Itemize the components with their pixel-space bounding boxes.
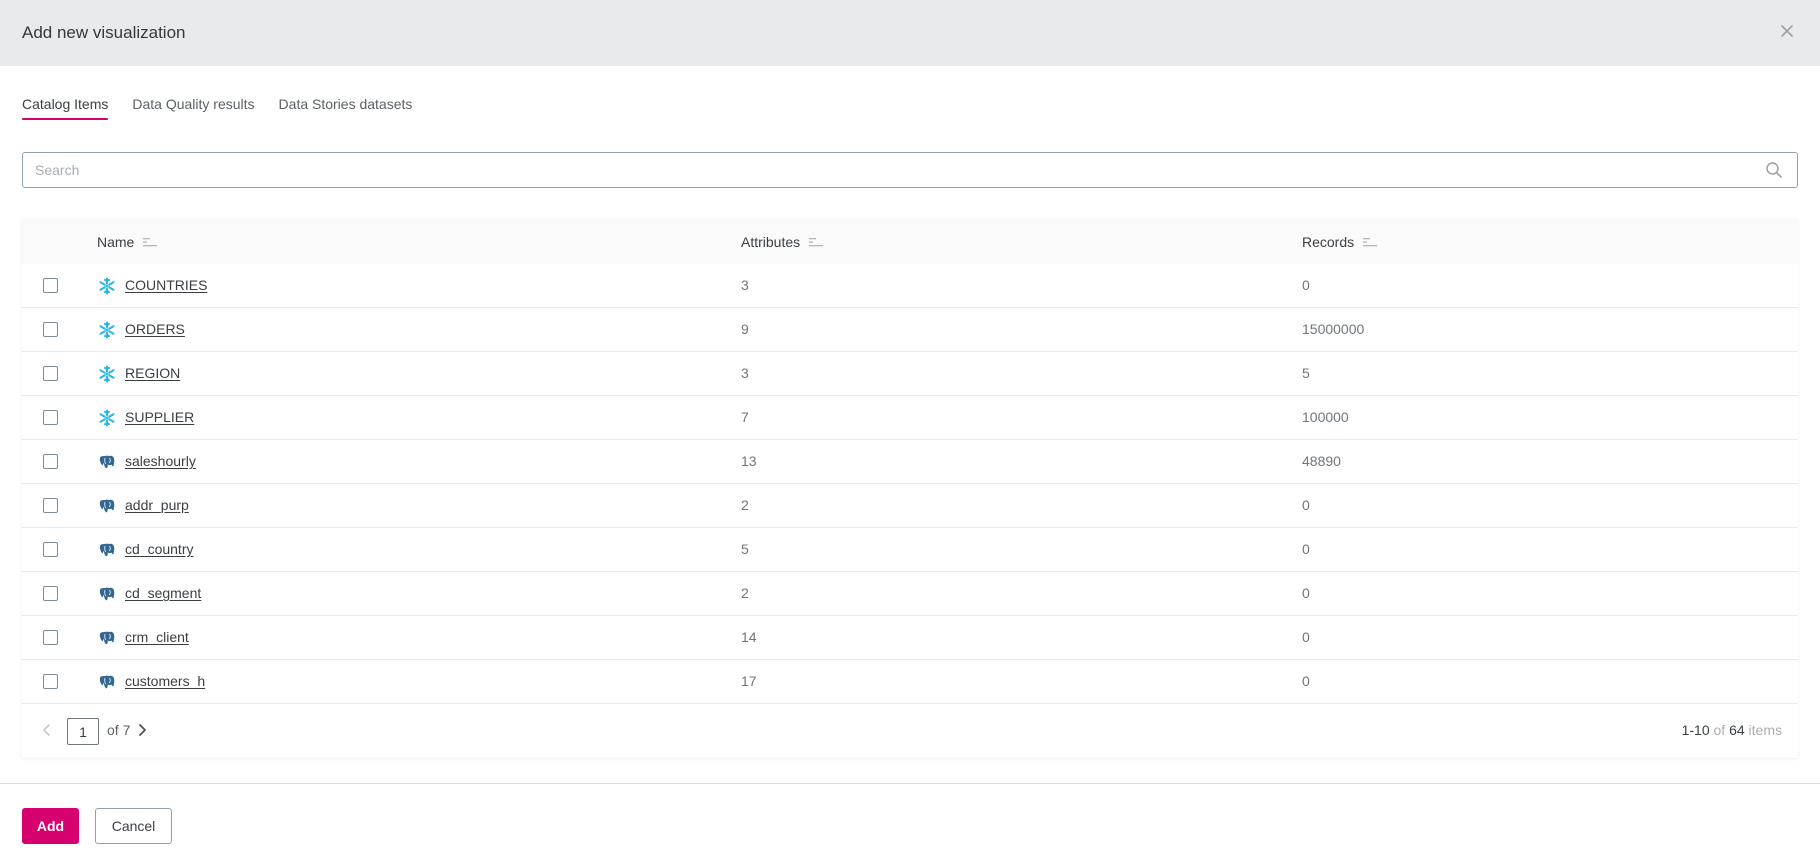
table-header: Name Attributes Records xyxy=(22,219,1798,264)
snowflake-icon xyxy=(99,409,115,427)
table-row[interactable]: crm_client 14 0 xyxy=(22,616,1798,660)
records-cell: 0 xyxy=(1302,629,1310,645)
records-cell: 0 xyxy=(1302,541,1310,557)
cancel-button[interactable]: Cancel xyxy=(95,808,172,844)
item-name-link[interactable]: REGION xyxy=(125,365,180,381)
column-header-name[interactable]: Name xyxy=(97,233,158,250)
sort-icon[interactable] xyxy=(143,237,158,247)
row-checkbox[interactable] xyxy=(43,366,58,381)
attributes-cell: 3 xyxy=(741,277,749,293)
search-icon[interactable] xyxy=(1765,161,1783,179)
sort-icon[interactable] xyxy=(1363,237,1378,247)
page-number-input[interactable] xyxy=(67,718,99,745)
pagination: of 7 1-10 of 64 items xyxy=(22,704,1798,758)
table-row[interactable]: cd_segment 2 0 xyxy=(22,572,1798,616)
close-icon xyxy=(1781,25,1793,37)
sort-icon[interactable] xyxy=(809,237,824,247)
attributes-cell: 2 xyxy=(741,497,749,513)
tab-bar: Catalog Items Data Quality results Data … xyxy=(22,96,413,120)
postgresql-icon xyxy=(99,499,115,513)
close-button[interactable] xyxy=(1776,20,1798,42)
records-cell: 0 xyxy=(1302,585,1310,601)
tab-data-stories-datasets[interactable]: Data Stories datasets xyxy=(279,96,413,118)
attributes-cell: 17 xyxy=(741,673,757,689)
attributes-cell: 3 xyxy=(741,365,749,381)
row-checkbox[interactable] xyxy=(43,674,58,689)
snowflake-icon xyxy=(99,277,115,295)
search-box xyxy=(22,152,1798,188)
row-checkbox[interactable] xyxy=(43,542,58,557)
postgresql-icon xyxy=(99,587,115,601)
row-checkbox[interactable] xyxy=(43,586,58,601)
items-total: 64 xyxy=(1729,722,1745,738)
records-cell: 100000 xyxy=(1302,409,1349,425)
column-label: Records xyxy=(1302,233,1355,250)
items-of-word: of xyxy=(1713,722,1726,738)
records-cell: 5 xyxy=(1302,365,1310,381)
postgresql-icon xyxy=(99,675,115,689)
table-row[interactable]: saleshourly 13 48890 xyxy=(22,440,1798,484)
records-cell: 15000000 xyxy=(1302,321,1365,337)
item-name-link[interactable]: cd_country xyxy=(125,541,193,557)
dialog-header: Add new visualization xyxy=(0,0,1820,66)
column-header-records[interactable]: Records xyxy=(1302,233,1378,250)
item-name-link[interactable]: cd_segment xyxy=(125,585,201,601)
table-row[interactable]: ORDERS 9 15000000 xyxy=(22,308,1798,352)
items-range: 1-10 xyxy=(1681,722,1710,738)
attributes-cell: 2 xyxy=(741,585,749,601)
snowflake-icon xyxy=(99,321,115,339)
items-word: items xyxy=(1748,722,1782,738)
table-row[interactable]: REGION 3 5 xyxy=(22,352,1798,396)
footer-divider xyxy=(0,783,1820,784)
table-body: COUNTRIES 3 0 ORDERS 9 15000000 REGION 3 5 SUPPLI… xyxy=(22,264,1798,704)
records-cell: 0 xyxy=(1302,497,1310,513)
item-name-link[interactable]: addr_purp xyxy=(125,497,189,513)
row-checkbox[interactable] xyxy=(43,410,58,425)
add-button[interactable]: Add xyxy=(22,808,79,844)
column-label: Attributes xyxy=(741,233,801,250)
table-row[interactable]: SUPPLIER 7 100000 xyxy=(22,396,1798,440)
page-count-label: of 7 xyxy=(107,722,131,738)
catalog-table: Name Attributes Records COUNTRIES 3 0 OR… xyxy=(22,219,1798,758)
item-name-link[interactable]: saleshourly xyxy=(125,453,196,469)
row-checkbox[interactable] xyxy=(43,278,58,293)
dialog-title: Add new visualization xyxy=(22,23,186,42)
table-row[interactable]: customers_h 17 0 xyxy=(22,660,1798,704)
next-page-icon[interactable] xyxy=(135,722,149,738)
row-checkbox[interactable] xyxy=(43,498,58,513)
search-input[interactable] xyxy=(23,153,1765,187)
item-name-link[interactable]: SUPPLIER xyxy=(125,409,194,425)
column-header-attributes[interactable]: Attributes xyxy=(741,233,824,250)
tab-data-quality-results[interactable]: Data Quality results xyxy=(132,96,254,118)
records-cell: 0 xyxy=(1302,277,1310,293)
item-name-link[interactable]: COUNTRIES xyxy=(125,277,207,293)
attributes-cell: 5 xyxy=(741,541,749,557)
attributes-cell: 14 xyxy=(741,629,757,645)
postgresql-icon xyxy=(99,455,115,469)
postgresql-icon xyxy=(99,631,115,645)
table-row[interactable]: COUNTRIES 3 0 xyxy=(22,264,1798,308)
row-checkbox[interactable] xyxy=(43,322,58,337)
row-checkbox[interactable] xyxy=(43,630,58,645)
item-name-link[interactable]: customers_h xyxy=(125,673,205,689)
table-row[interactable]: addr_purp 2 0 xyxy=(22,484,1798,528)
attributes-cell: 7 xyxy=(741,409,749,425)
items-summary: 1-10 of 64 items xyxy=(1682,722,1782,738)
prev-page-icon[interactable] xyxy=(40,722,54,738)
attributes-cell: 9 xyxy=(741,321,749,337)
snowflake-icon xyxy=(99,365,115,383)
attributes-cell: 13 xyxy=(741,453,757,469)
row-checkbox[interactable] xyxy=(43,454,58,469)
table-row[interactable]: cd_country 5 0 xyxy=(22,528,1798,572)
column-label: Name xyxy=(97,233,135,250)
postgresql-icon xyxy=(99,543,115,557)
tab-catalog-items[interactable]: Catalog Items xyxy=(22,96,109,120)
records-cell: 0 xyxy=(1302,673,1310,689)
item-name-link[interactable]: crm_client xyxy=(125,629,189,645)
item-name-link[interactable]: ORDERS xyxy=(125,321,185,337)
records-cell: 48890 xyxy=(1302,453,1341,469)
